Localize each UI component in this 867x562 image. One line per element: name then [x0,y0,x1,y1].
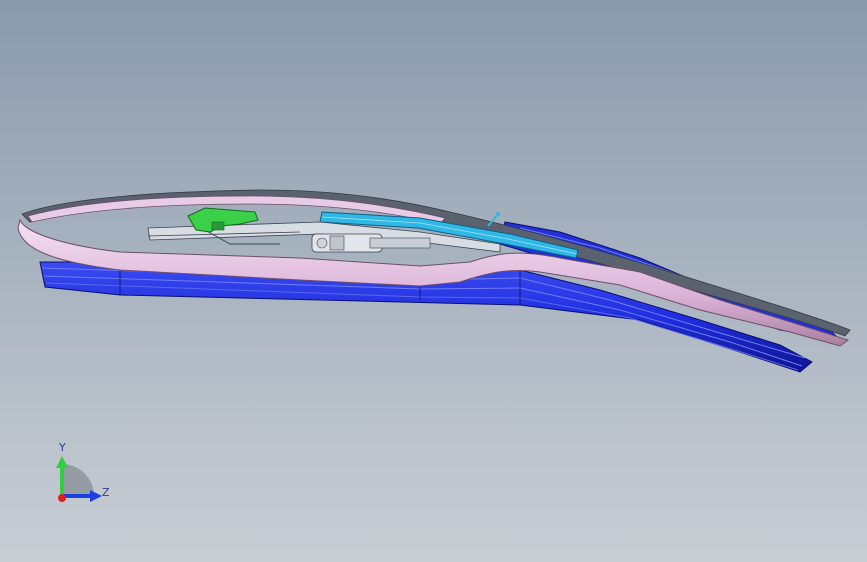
coordinate-triad: Y Z [40,438,120,518]
triad-graphic [56,456,102,502]
frame-rail-pink[interactable] [17,195,850,347]
origin-dot [58,494,66,502]
y-axis-arrow [56,456,68,468]
y-axis-label: Y [59,441,66,454]
triad-plane [62,464,94,496]
3d-model-view[interactable] [0,0,867,562]
z-axis-arrow [90,490,102,502]
z-axis-label: Z [102,486,110,499]
graphics-viewport[interactable]: Y Z [0,0,867,562]
